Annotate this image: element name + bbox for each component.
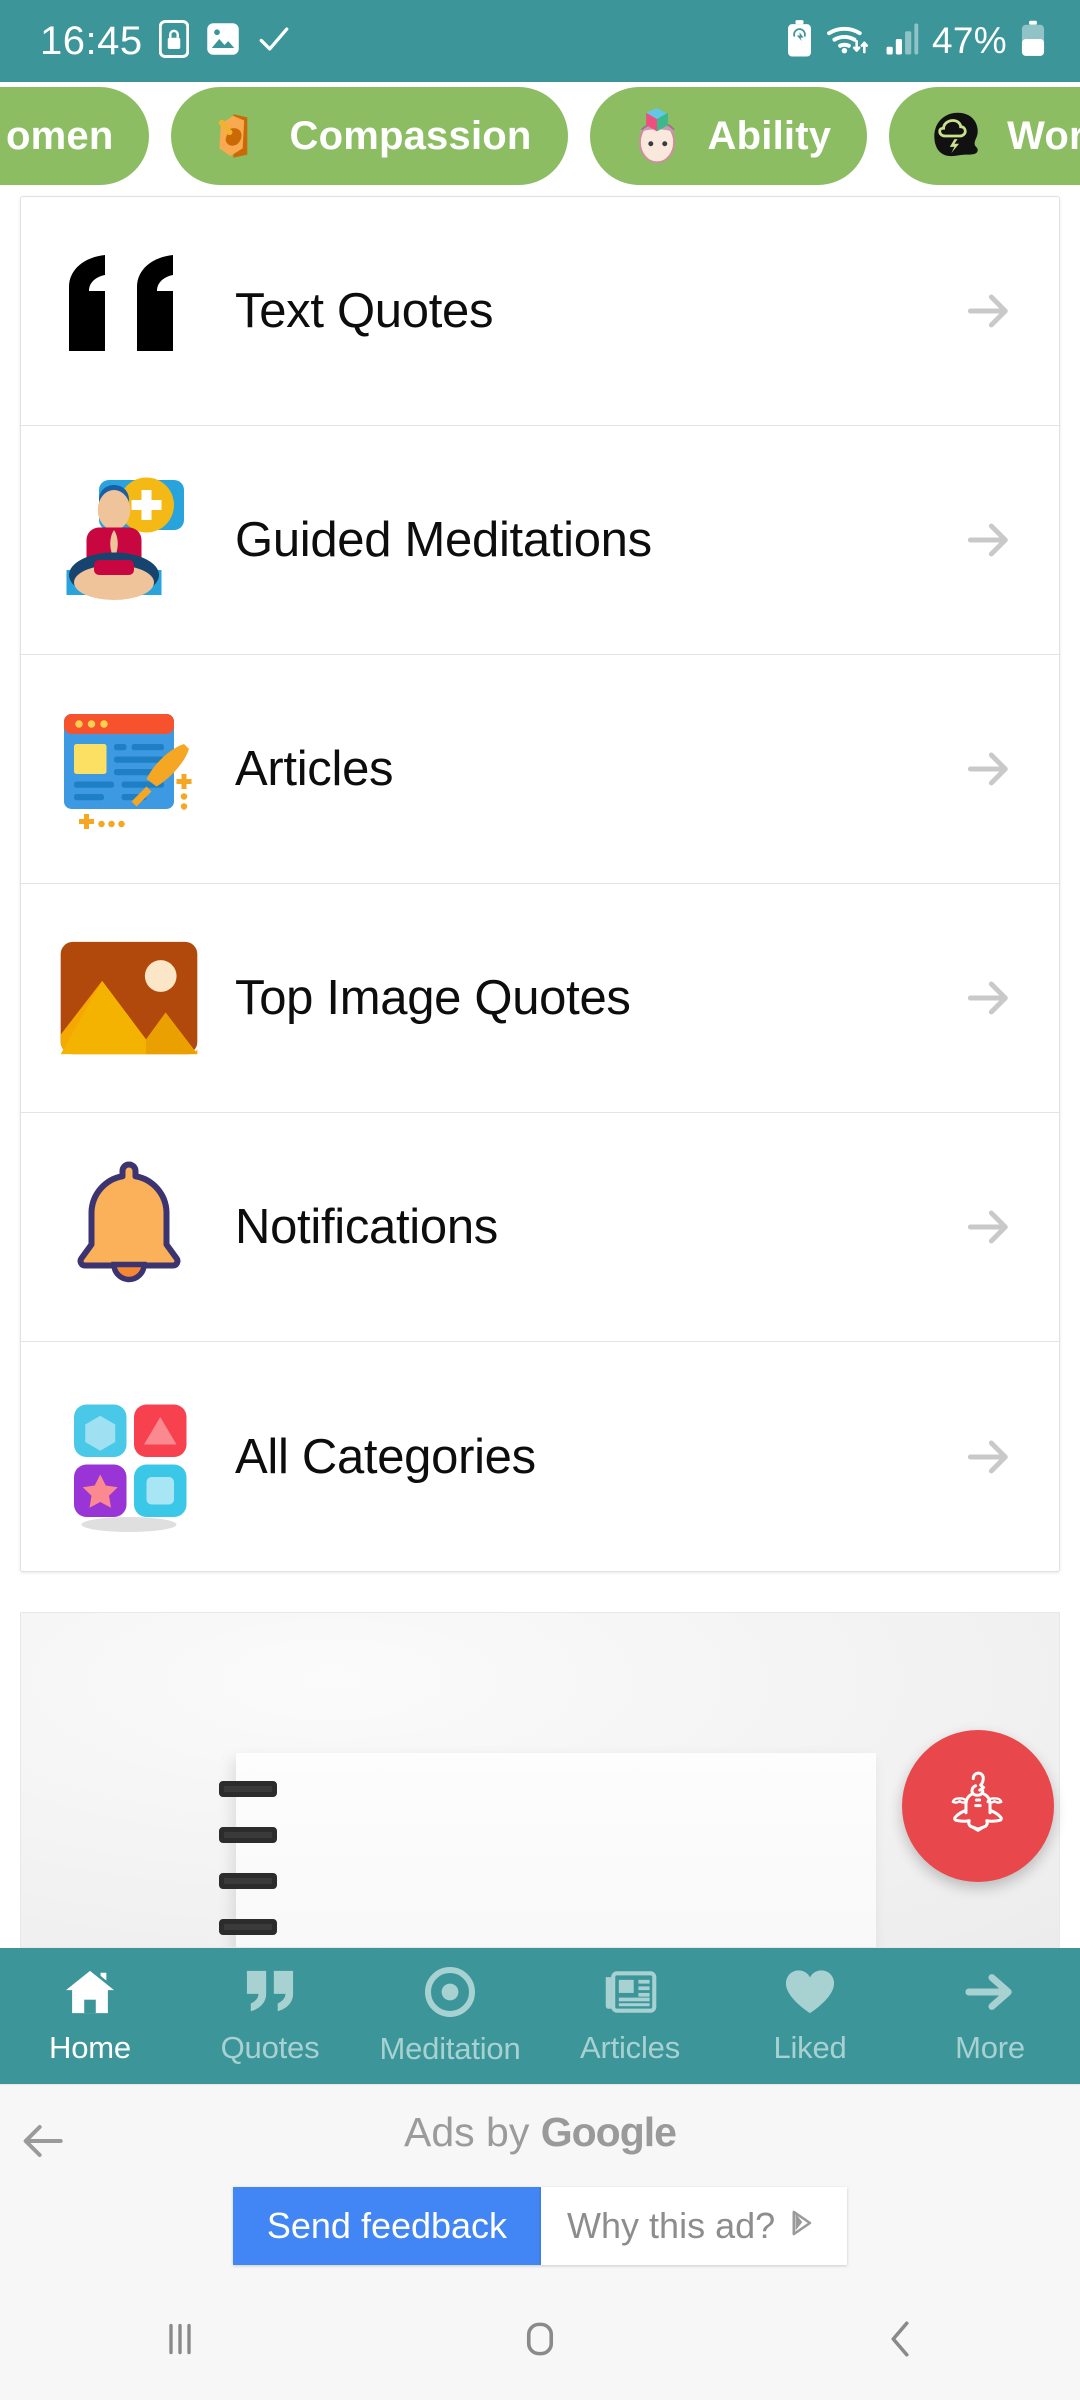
menu-row-text-quotes[interactable]: Text Quotes [21, 197, 1059, 426]
worried-head-emoji-icon [925, 105, 987, 167]
notebook-image [236, 1753, 876, 1947]
bell-icon [49, 1147, 209, 1307]
status-bar-left: 16:45 [40, 19, 291, 64]
category-chip-row[interactable]: omen Compassion Ability Wor [0, 82, 1080, 190]
menu-row-guided-meditations[interactable]: Guided Meditations [21, 426, 1059, 655]
chip-label: Compassion [289, 113, 532, 158]
photo-icon [205, 21, 241, 62]
nav-item-label: Meditation [379, 2030, 521, 2066]
arrow-right-icon [961, 512, 1017, 568]
menu-row-articles[interactable]: Articles [21, 655, 1059, 884]
helping-hand-emoji-icon [207, 105, 269, 167]
category-chip-compassion[interactable]: Compassion [171, 87, 568, 185]
category-chip-ability[interactable]: Ability [589, 87, 868, 185]
arrow-right-icon [961, 741, 1017, 797]
why-this-ad-label: Why this ad? [567, 2205, 776, 2246]
menu-row-label: Notifications [235, 1200, 498, 1254]
image-picture-icon [49, 918, 209, 1078]
battery-saver-icon [786, 19, 813, 63]
cellular-signal-icon [885, 22, 919, 61]
quote-icon [243, 1967, 297, 2022]
nav-item-label: Liked [773, 2029, 847, 2065]
sim-lock-icon [158, 19, 189, 63]
nav-item-label: Quotes [220, 2029, 320, 2065]
category-chip-omen[interactable]: omen [0, 87, 150, 185]
home-icon [63, 1967, 117, 2022]
home-square-icon[interactable] [480, 2294, 600, 2384]
send-feedback-button[interactable]: Send feedback [232, 2187, 542, 2265]
heart-icon [782, 1967, 838, 2022]
grid-shapes-icon [49, 1377, 209, 1537]
newspaper-icon [602, 1967, 658, 2022]
puzzle-head-emoji-icon [626, 105, 688, 167]
back-chevron-icon[interactable] [840, 2294, 960, 2384]
menu-row-label: Text Quotes [235, 284, 494, 338]
nav-item-label: More [955, 2029, 1025, 2065]
menu-row-all-categories[interactable]: All Categories [21, 1342, 1059, 1571]
nav-item-meditation[interactable]: Meditation [360, 1948, 540, 2084]
ad-banner-image[interactable] [20, 1612, 1060, 1948]
nav-item-label: Articles [579, 2029, 681, 2065]
arrow-right-icon [962, 1967, 1018, 2022]
category-chip-worry[interactable]: Worry [889, 87, 1080, 185]
meditation-fab-button[interactable] [902, 1730, 1054, 1882]
status-clock: 16:45 [40, 18, 143, 63]
chip-label: omen [6, 113, 114, 158]
arrow-right-icon [961, 1199, 1017, 1255]
bottom-navigation-bar[interactable]: Home Quotes Meditation Articles Liked Mo… [0, 1948, 1080, 2084]
circle-target-icon [423, 1966, 477, 2023]
article-page-icon [49, 689, 209, 849]
status-bar-right: 47% [786, 19, 1046, 63]
menu-row-top-image-quotes[interactable]: Top Image Quotes [21, 884, 1059, 1113]
lotus-meditation-icon [940, 1766, 1016, 1847]
ads-by-google-footer: Ads by Google Send feedback Why this ad? [0, 2084, 1080, 2278]
adchoices-icon [787, 2206, 821, 2246]
nav-item-more[interactable]: More [900, 1948, 1080, 2084]
meditation-person-icon [49, 460, 209, 620]
nav-item-articles[interactable]: Articles [540, 1948, 720, 2084]
chip-label: Ability [707, 113, 832, 158]
battery-icon [1020, 20, 1046, 63]
arrow-right-icon [961, 970, 1017, 1026]
nav-item-label: Home [49, 2029, 131, 2065]
ad-footer-buttons: Send feedback Why this ad? [0, 2187, 1080, 2265]
google-wordmark: Google [540, 2109, 677, 2155]
arrow-right-icon [961, 283, 1017, 339]
arrow-right-icon [961, 1429, 1017, 1485]
menu-row-label: Articles [235, 742, 394, 796]
main-menu-card: Text Quotes Guided Meditations Articles … [20, 196, 1060, 1572]
menu-row-notifications[interactable]: Notifications [21, 1113, 1059, 1342]
ads-by-prefix: Ads by [404, 2109, 541, 2155]
nav-item-quotes[interactable]: Quotes [180, 1948, 360, 2084]
recents-icon[interactable] [120, 2294, 240, 2384]
menu-row-label: Top Image Quotes [235, 971, 631, 1025]
notebook-spiral-binding [213, 1781, 283, 1947]
nav-item-liked[interactable]: Liked [720, 1948, 900, 2084]
menu-row-label: All Categories [235, 1429, 536, 1484]
chip-label: Worry [1007, 113, 1080, 158]
why-this-ad-button[interactable]: Why this ad? [541, 2187, 848, 2265]
ads-by-google-label: Ads by Google [0, 2109, 1080, 2156]
android-system-navigation[interactable] [0, 2278, 1080, 2400]
checkmark-icon [257, 22, 291, 61]
wifi-icon [826, 20, 872, 63]
status-bar: 16:45 47% [0, 0, 1080, 82]
menu-row-label: Guided Meditations [235, 513, 652, 567]
battery-percentage: 47% [932, 20, 1007, 61]
quote-marks-icon [49, 231, 209, 391]
nav-item-home[interactable]: Home [0, 1948, 180, 2084]
